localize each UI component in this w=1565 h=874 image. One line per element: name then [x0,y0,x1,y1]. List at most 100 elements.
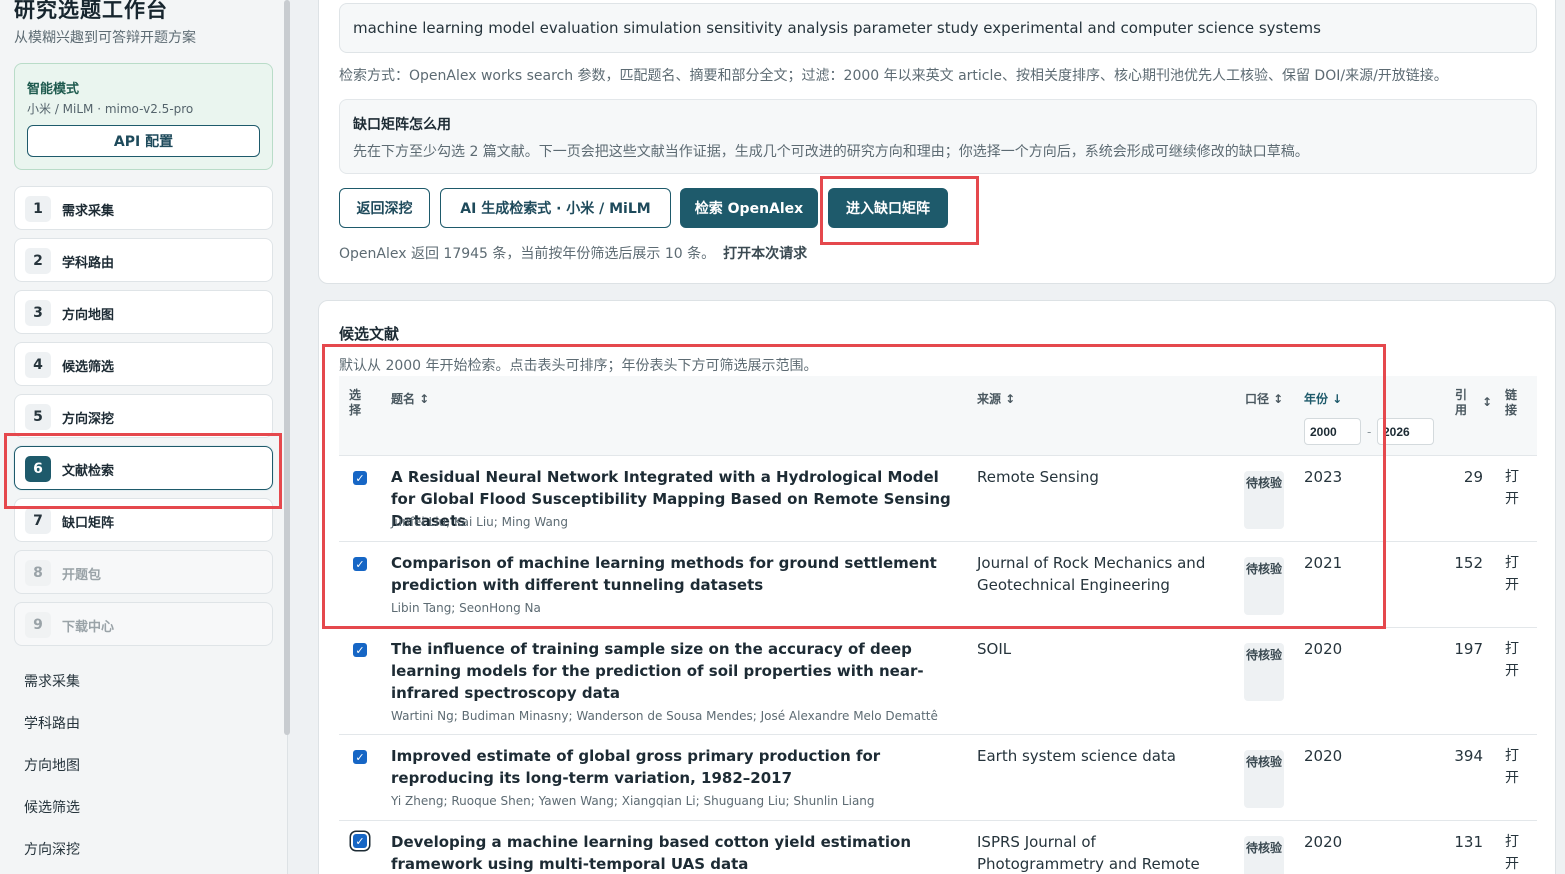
row-checkbox[interactable]: ✓ [353,471,367,485]
nav-link-candidate-screening[interactable]: 候选筛选 [24,797,80,817]
search-openalex-button[interactable]: 检索 OpenAlex [680,188,818,228]
gap-matrix-help: 缺口矩阵怎么用 先在下方至少勾选 2 篇文献。下一页会把这些文献当作证据，生成几… [339,99,1537,174]
paper-authors: Libin Tang; SeonHong Na [391,601,541,615]
table-row: ✓ Improved estimate of global gross prim… [339,735,1537,821]
search-panel: machine learning model evaluation simula… [318,0,1556,284]
nav-link-discipline-routing[interactable]: 学科路由 [24,713,80,733]
mode-model: 小米 / MiLM · mimo-v2.5-pro [27,102,194,116]
section-description: 默认从 2000 年开始检索。点击表头可排序；年份表头下方可筛选展示范围。 [339,358,818,374]
row-checkbox[interactable]: ✓ [353,834,367,848]
paper-title: Improved estimate of global gross primar… [391,747,881,787]
step-label: 方向地图 [62,308,115,323]
paper-authors: Wartini Ng; Budiman Minasny; Wanderson d… [391,709,938,723]
open-link[interactable]: 打开 [1505,466,1521,510]
enter-gap-matrix-button[interactable]: 进入缺口矩阵 [828,188,948,228]
table-row: ✓ Comparison of machine learning methods… [339,542,1537,628]
status-badge: 待核验 [1244,643,1284,701]
paper-title: Developing a machine learning based cott… [391,833,912,873]
paper-cites: 394 [1454,747,1483,765]
year-to-input[interactable] [1377,418,1434,445]
paper-cites: 131 [1454,833,1483,851]
step-number: 4 [25,352,51,378]
status-badge: 待核验 [1244,471,1284,529]
app-title: 研究选题工作台 [14,0,168,22]
paper-cites: 197 [1454,640,1483,658]
step-number: 7 [25,508,51,534]
step-requirements[interactable]: 1 需求采集 [14,186,273,230]
help-text: 先在下方至少勾选 2 篇文献。下一页会把这些文献当作证据，生成几个可改进的研究方… [353,144,1309,160]
app-subtitle: 从模糊兴趣到可答辩开题方案 [14,30,196,46]
section-title: 候选文献 [339,325,400,343]
paper-source: Journal of Rock Mechanics and Geotechnic… [977,554,1206,594]
paper-year: 2020 [1304,747,1343,765]
column-cites[interactable]: 引用 [1455,388,1469,418]
column-select: 选择 [349,388,362,417]
open-link[interactable]: 打开 [1505,638,1521,682]
step-download-center: 9 下载中心 [14,602,273,646]
open-link[interactable]: 打开 [1505,552,1521,596]
candidates-panel: 候选文献 默认从 2000 年开始检索。点击表头可排序；年份表头下方可筛选展示范… [318,300,1556,874]
search-description: 检索方式：OpenAlex works search 参数，匹配题名、摘要和部分… [339,68,1448,84]
table-row: ✓ Developing a machine learning based co… [339,821,1537,874]
nav-link-direction-map[interactable]: 方向地图 [24,755,80,775]
table-row: ✓ The influence of training sample size … [339,628,1537,735]
back-to-deepdive-button[interactable]: 返回深挖 [339,188,430,228]
step-literature-search[interactable]: 6 文献检索 [14,446,273,490]
ai-generate-query-button[interactable]: AI 生成检索式 · 小米 / MiLM [440,188,671,228]
step-proposal-package: 8 开题包 [14,550,273,594]
status-badge: 待核验 [1244,750,1284,808]
step-label: 方向深挖 [62,412,115,427]
column-cites-sort-icon[interactable]: ↕ [1482,395,1492,410]
column-caliber[interactable]: 口径 ↕ [1245,392,1283,407]
paper-cites: 29 [1463,468,1483,486]
paper-year: 2021 [1304,554,1343,572]
step-number: 8 [25,560,51,586]
mode-title: 智能模式 [27,82,80,97]
row-checkbox[interactable]: ✓ [353,643,367,657]
column-title[interactable]: 题名 ↕ [391,392,429,407]
step-label: 下载中心 [62,620,115,635]
sidebar: 研究选题工作台 从模糊兴趣到可答辩开题方案 智能模式 小米 / MiLM · m… [0,0,288,874]
api-config-button[interactable]: API 配置 [27,125,260,157]
paper-title: The influence of training sample size on… [391,640,924,702]
mode-card: 智能模式 小米 / MiLM · mimo-v2.5-pro API 配置 [14,63,273,170]
paper-source: Earth system science data [977,747,1176,765]
open-link[interactable]: 打开 [1505,745,1521,789]
paper-source: Remote Sensing [977,468,1099,486]
step-direction-map[interactable]: 3 方向地图 [14,290,273,334]
table-row: ✓ A Residual Neural Network Integrated w… [339,456,1537,542]
year-from-input[interactable] [1304,418,1361,445]
result-count-text: OpenAlex 返回 17945 条，当前按年份筛选后展示 10 条。 [339,246,716,262]
step-label: 候选筛选 [62,360,115,375]
paper-year: 2023 [1304,468,1343,486]
row-checkbox[interactable]: ✓ [353,750,367,764]
search-query-field[interactable]: machine learning model evaluation simula… [339,3,1537,53]
step-label: 缺口矩阵 [62,516,115,531]
column-link: 链接 [1505,388,1518,417]
step-number: 5 [25,404,51,430]
open-link[interactable]: 打开 [1505,831,1521,874]
row-checkbox[interactable]: ✓ [353,557,367,571]
open-request-link[interactable]: 打开本次请求 [723,246,807,262]
nav-link-requirements[interactable]: 需求采集 [24,671,80,691]
paper-source: SOIL [977,640,1012,658]
step-label: 开题包 [62,568,102,583]
paper-title: Comparison of machine learning methods f… [391,554,937,594]
sidebar-scrollbar[interactable] [284,0,290,735]
nav-link-direction-deepdive[interactable]: 方向深挖 [24,839,80,859]
step-label: 文献检索 [62,464,115,479]
step-number: 1 [25,196,51,222]
status-badge: 待核验 [1244,836,1284,874]
step-candidate-screening[interactable]: 4 候选筛选 [14,342,273,386]
step-discipline-routing[interactable]: 2 学科路由 [14,238,273,282]
column-year[interactable]: 年份 ↓ [1304,392,1342,407]
step-number: 9 [25,612,51,638]
help-title: 缺口矩阵怎么用 [353,117,451,133]
paper-authors: Junfei Liu; Kai Liu; Ming Wang [391,515,569,529]
paper-year: 2020 [1304,640,1343,658]
step-number: 2 [25,248,51,274]
step-gap-matrix[interactable]: 7 缺口矩阵 [14,498,273,542]
step-label: 需求采集 [62,204,115,219]
step-direction-deepdive[interactable]: 5 方向深挖 [14,394,273,438]
column-source[interactable]: 来源 ↕ [977,392,1015,407]
